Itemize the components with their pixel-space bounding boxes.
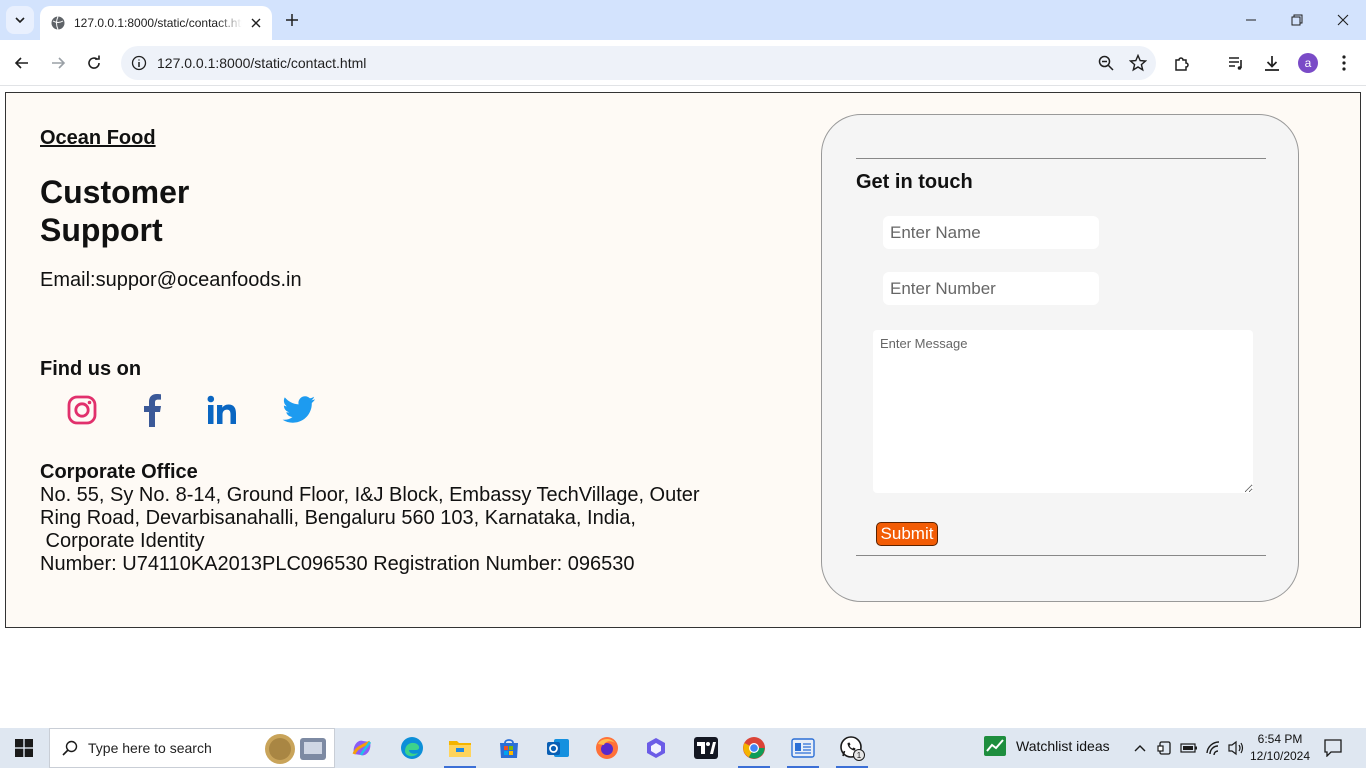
zoom-icon[interactable] [1092, 49, 1120, 77]
url-text: 127.0.0.1:8000/static/contact.html [157, 55, 367, 71]
search-highlight-icon [262, 732, 330, 766]
close-tab-icon[interactable] [248, 15, 264, 31]
card-top-divider [856, 158, 1266, 159]
chrome-icon[interactable] [736, 732, 772, 768]
battery-icon[interactable] [1179, 738, 1199, 758]
page-title: Customer Support [40, 174, 190, 248]
linkedin-icon[interactable] [205, 393, 239, 427]
instagram-icon[interactable] [65, 393, 99, 427]
browser-menu-icon[interactable] [1330, 49, 1358, 77]
tab-search-button[interactable] [6, 6, 34, 34]
watchlist-widget[interactable]: Watchlist ideas [984, 736, 1110, 756]
find-us-heading: Find us on [40, 358, 142, 380]
whatsapp-badge: 1 [857, 751, 862, 760]
reload-button[interactable] [80, 49, 108, 77]
notifications-icon[interactable] [1323, 738, 1343, 758]
browser-tabstrip: 127.0.0.1:8000/static/contact.html [0, 0, 1366, 40]
microsoft-store-icon[interactable] [491, 732, 527, 764]
taskbar-search-box[interactable]: Type here to search [49, 728, 335, 768]
globe-icon [50, 15, 66, 31]
stock-chart-icon [984, 736, 1006, 756]
restore-button[interactable] [1274, 0, 1320, 40]
copilot-icon[interactable] [344, 732, 380, 764]
profile-avatar[interactable]: a [1298, 53, 1318, 73]
card-bottom-divider [856, 555, 1266, 556]
browser-toolbar: 127.0.0.1:8000/static/contact.html [0, 40, 1366, 86]
office-registration-line-2: Number: U74110KA2013PLC096530 Registrati… [40, 553, 635, 575]
address-bar[interactable]: 127.0.0.1:8000/static/contact.html [121, 46, 1156, 80]
windows-start-icon[interactable] [0, 728, 48, 768]
contact-form-title: Get in touch [856, 171, 973, 193]
brand-link[interactable]: Ocean Food [40, 127, 156, 150]
facebook-icon[interactable] [135, 393, 169, 427]
photos-icon[interactable] [638, 732, 674, 764]
taskbar-search-placeholder: Type here to search [88, 740, 212, 756]
search-icon [62, 740, 78, 756]
extensions-icon[interactable] [1168, 49, 1196, 77]
file-explorer-icon[interactable] [442, 732, 478, 768]
widget-text: Watchlist ideas [1016, 738, 1110, 754]
edge-icon[interactable] [394, 732, 430, 764]
contact-page: Ocean Food Customer Support Email:suppor… [5, 92, 1361, 628]
back-button[interactable] [8, 49, 36, 77]
chevron-up-icon[interactable] [1130, 738, 1150, 758]
downloads-icon[interactable] [1258, 49, 1286, 77]
windows-taskbar: Type here to search 1 Watchlist ideas 6:… [0, 728, 1366, 768]
clock-date: 12/10/2024 [1249, 749, 1311, 763]
media-controls-icon[interactable] [1222, 49, 1250, 77]
wifi-icon[interactable] [1204, 738, 1224, 758]
forward-button[interactable] [44, 49, 72, 77]
browser-tab[interactable]: 127.0.0.1:8000/static/contact.html [40, 6, 272, 40]
clock-time: 6:54 PM [1257, 732, 1303, 746]
office-address-text: No. 55, Sy No. 8-14, Ground Floor, I&J B… [40, 484, 700, 529]
close-window-button[interactable] [1320, 0, 1366, 40]
meet-now-icon[interactable] [1155, 738, 1175, 758]
firefox-icon[interactable] [589, 732, 625, 764]
tradingview-icon[interactable] [688, 732, 724, 764]
taskbar-clock[interactable]: 6:54 PM 12/10/2024 [1248, 731, 1312, 765]
tab-title: 127.0.0.1:8000/static/contact.html [74, 16, 242, 30]
contact-form-card: Get in touch Submit [821, 114, 1299, 602]
news-app-icon[interactable] [785, 732, 821, 768]
whatsapp-icon[interactable]: 1 [834, 732, 870, 768]
submit-button[interactable]: Submit [876, 522, 938, 546]
bookmark-star-icon[interactable] [1124, 49, 1152, 77]
twitter-icon[interactable] [282, 393, 316, 427]
support-email: Email:suppor@oceanfoods.in [40, 269, 302, 291]
name-input[interactable] [883, 216, 1099, 249]
number-input[interactable] [883, 272, 1099, 305]
office-registration-line-1: Corporate Identity [40, 530, 205, 552]
minimize-button[interactable] [1228, 0, 1274, 40]
new-tab-button[interactable] [280, 8, 304, 32]
volume-icon[interactable] [1226, 738, 1246, 758]
site-info-icon[interactable] [129, 53, 149, 73]
corporate-office-heading: Corporate Office [40, 461, 198, 483]
outlook-icon[interactable] [540, 732, 576, 764]
message-textarea[interactable] [873, 330, 1253, 493]
corporate-office-address: No. 55, Sy No. 8-14, Ground Floor, I&J B… [40, 484, 720, 576]
